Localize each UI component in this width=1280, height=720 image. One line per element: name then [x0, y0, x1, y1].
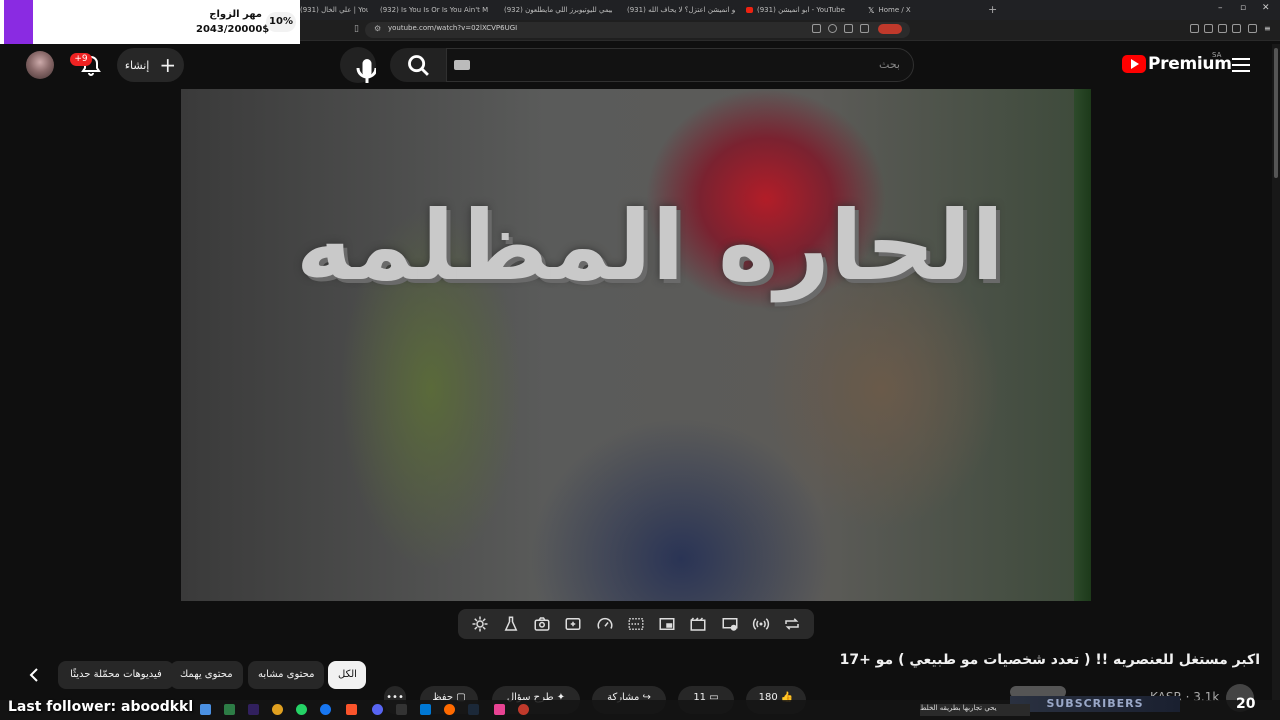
- taskbar-app-icon[interactable]: [224, 704, 235, 715]
- clip-icon[interactable]: [687, 613, 709, 635]
- loop-icon[interactable]: [781, 613, 803, 635]
- tab-label: (931) ابو انميشن - YouTube: [757, 6, 845, 14]
- browser-tab[interactable]: (932) تقييمي لليوتيوبرز اللي مايطلعون: [500, 3, 612, 17]
- chip-all[interactable]: الكل: [328, 661, 366, 689]
- wallet-icon[interactable]: [1218, 24, 1227, 33]
- brave-shield-icon[interactable]: [878, 24, 902, 34]
- news-ticker: يحي تجاربها بطريقه الخلط: [920, 704, 1030, 716]
- search-button[interactable]: [390, 48, 446, 82]
- tab-label: (932) تقييمي لليوتيوبرز اللي مايطلعون: [504, 6, 612, 14]
- youtube-icon: [746, 7, 753, 13]
- chip-related[interactable]: محتوى مشابه: [248, 661, 325, 689]
- microphone-icon: [356, 59, 378, 83]
- premiere-icon[interactable]: [248, 704, 259, 715]
- chip-label: فيديوهات محمّلة حديثًا: [70, 669, 162, 680]
- browser-tab[interactable]: (931) علي الخال | YouTube: [300, 3, 368, 17]
- whatsapp-icon[interactable]: [296, 704, 307, 715]
- youtube-play-glyph: [1131, 59, 1139, 69]
- video-overlay-title: الحاره المظلمه: [295, 190, 1005, 302]
- live-icon[interactable]: [750, 613, 772, 635]
- share-page-icon[interactable]: [860, 24, 869, 33]
- donation-percent: 10%: [266, 12, 296, 32]
- subscriber-counter: 20: [1236, 696, 1256, 712]
- taskbar-app-icon[interactable]: [444, 704, 455, 715]
- tab-label: (932) Is You Is Or Is You Ain't My Baby: [380, 6, 488, 14]
- cast-icon[interactable]: [719, 613, 741, 635]
- chip-label: الكل: [338, 669, 357, 680]
- last-follower-label: Last follower: aboodkkl: [8, 699, 194, 715]
- url-text[interactable]: youtube.com/watch?v=02lXCVP6UGI: [388, 24, 517, 32]
- discord-icon[interactable]: [372, 704, 383, 715]
- donation-progress-fill: [4, 0, 33, 44]
- chip-recently-uploaded[interactable]: فيديوهات محمّلة حديثًا: [58, 661, 174, 689]
- donation-amount: 2043/20000$: [196, 24, 270, 35]
- reader-icon[interactable]: [844, 24, 853, 33]
- plus-icon: +: [159, 53, 177, 77]
- browser-tab[interactable]: (932) Is You Is Or Is You Ain't My Baby: [376, 3, 488, 17]
- chip-for-you[interactable]: محتوى يهمك: [170, 661, 243, 689]
- x-logo-icon: 𝕏: [868, 5, 875, 15]
- keyboard-icon[interactable]: [454, 60, 470, 70]
- screenshot-icon[interactable]: [531, 613, 553, 635]
- region-code: SA: [1212, 51, 1222, 59]
- video-heading: اكبر مستغل للعنصريه !! ( تعدد شخصيات مو …: [839, 652, 1260, 668]
- pip-icon[interactable]: [656, 613, 678, 635]
- chip-label: محتوى يهمك: [180, 669, 233, 680]
- tab-label: (931) علي الخال | YouTube: [300, 6, 368, 14]
- video-player[interactable]: [181, 89, 1091, 601]
- translate-icon[interactable]: [812, 24, 821, 33]
- taskbar-app-icon[interactable]: [200, 704, 211, 715]
- maximize-icon[interactable]: ▫: [1240, 3, 1246, 13]
- extensions-icon[interactable]: [1232, 24, 1241, 33]
- steam-icon[interactable]: [468, 704, 479, 715]
- sidebar-icon[interactable]: [1204, 24, 1213, 33]
- search-input[interactable]: [446, 48, 914, 82]
- facebook-icon[interactable]: [320, 704, 331, 715]
- browser-tab[interactable]: (931) ابو انميشن اعتزل؟ لا يحاف الله: [623, 3, 735, 17]
- minimize-icon[interactable]: –: [1218, 3, 1223, 13]
- tab-label: (931) ابو انميشن اعتزل؟ لا يحاف الله: [627, 6, 735, 14]
- lab-icon[interactable]: [500, 613, 522, 635]
- player-controls-bar: [458, 609, 814, 639]
- search-placeholder: بحث: [879, 58, 900, 71]
- voice-search-button[interactable]: [340, 47, 378, 83]
- create-button[interactable]: إنشاء +: [117, 48, 184, 82]
- scrollbar-thumb[interactable]: [1274, 48, 1278, 178]
- video-edge: [1074, 89, 1091, 601]
- settings-icon[interactable]: [469, 613, 491, 635]
- zoom-icon[interactable]: [828, 24, 837, 33]
- account-avatar[interactable]: [26, 51, 54, 79]
- donation-title: مهر الزواج: [209, 9, 262, 20]
- obs-icon[interactable]: [518, 704, 529, 715]
- add-clip-icon[interactable]: [562, 613, 584, 635]
- speed-icon[interactable]: [594, 613, 616, 635]
- browser-menu-icon[interactable]: ≡: [1264, 24, 1273, 33]
- close-icon[interactable]: ✕: [1262, 3, 1270, 13]
- subtitles-icon[interactable]: [625, 613, 647, 635]
- terminal-icon[interactable]: [396, 704, 407, 715]
- site-info-icon[interactable]: ⚙: [374, 24, 381, 33]
- hamburger-menu-icon[interactable]: [1232, 58, 1250, 72]
- notification-badge: +9: [70, 53, 92, 66]
- vpn-icon[interactable]: [1248, 24, 1257, 33]
- tab-label: Home / X: [878, 6, 911, 14]
- chrome-icon[interactable]: [272, 704, 283, 715]
- browser-tab-active[interactable]: (931) ابو انميشن - YouTube: [746, 3, 858, 17]
- donation-goal-widget: [0, 0, 300, 44]
- music-icon[interactable]: [1190, 24, 1199, 33]
- chip-label: محتوى مشابه: [258, 669, 315, 680]
- chevron-left-icon[interactable]: [24, 665, 44, 685]
- taskbar-app-icon[interactable]: [494, 704, 505, 715]
- new-tab-button[interactable]: +: [988, 3, 997, 16]
- browser-tab[interactable]: 𝕏 Home / X: [868, 3, 948, 17]
- brave-icon[interactable]: [346, 704, 357, 715]
- create-label: إنشاء: [124, 58, 150, 72]
- taskbar-app-icon[interactable]: [420, 704, 431, 715]
- bookmark-icon[interactable]: ▯: [354, 24, 359, 34]
- subscribers-banner: SUBSCRIBERS: [1010, 696, 1180, 712]
- search-icon: [408, 55, 429, 76]
